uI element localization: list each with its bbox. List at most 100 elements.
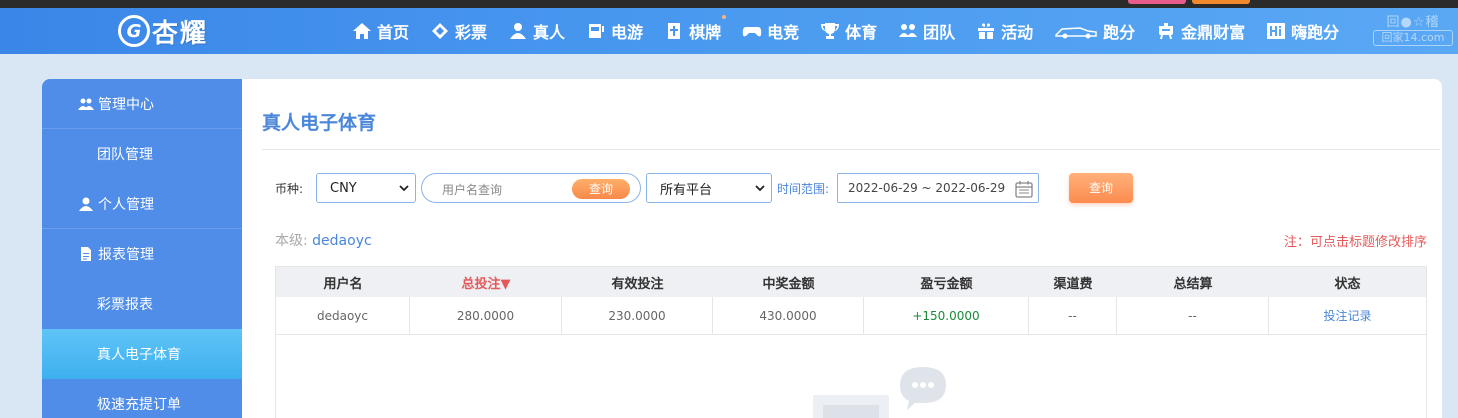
time-range-label: 时间范围: bbox=[777, 182, 830, 196]
nav-sports[interactable]: 体育 bbox=[820, 19, 877, 43]
filter-row: 币种: CNY 用户名查询 查询 所有平台 时间范围: 2022-06-29 ~… bbox=[275, 173, 1435, 203]
level-user-link[interactable]: dedaoyc bbox=[312, 233, 372, 249]
header-username[interactable]: 用户名 bbox=[276, 267, 410, 297]
nav-label: 跑分 bbox=[1103, 23, 1136, 42]
query-button[interactable]: 查询 bbox=[1069, 173, 1133, 203]
header-profit-loss[interactable]: 盈亏金额 bbox=[864, 267, 1029, 297]
cell-channel-fee: -- bbox=[1029, 297, 1117, 334]
nav-lottery[interactable]: 彩票 bbox=[430, 19, 487, 43]
sidebar-item-label: 团队管理 bbox=[97, 147, 153, 163]
search-button[interactable]: 查询 bbox=[572, 179, 630, 199]
platform-value: 所有平台 bbox=[660, 182, 713, 198]
nav-label: 首页 bbox=[377, 23, 410, 42]
sidebar-item-lottery-report[interactable]: 彩票报表 bbox=[42, 279, 242, 329]
header: G 杏耀 首页 彩票 真人 电游 棋牌 电竞 体育 团队 活动 跑分 金鼎财富 … bbox=[0, 8, 1458, 54]
main-nav: 首页 彩票 真人 电游 棋牌 电竞 体育 团队 活动 跑分 金鼎财富 嗨跑分 bbox=[352, 8, 1360, 54]
gamepad-icon bbox=[742, 21, 762, 41]
cell-total-settlement: -- bbox=[1117, 297, 1269, 334]
trophy-icon bbox=[820, 21, 840, 41]
nav-running[interactable]: 跑分 bbox=[1054, 19, 1135, 43]
nav-label: 彩票 bbox=[455, 23, 488, 42]
tripod-icon bbox=[1156, 21, 1176, 41]
person-icon bbox=[508, 21, 528, 41]
header-total-bet[interactable]: 总投注▼ bbox=[410, 267, 562, 297]
sidebar-item-fast-orders[interactable]: 极速充提订单 bbox=[42, 379, 242, 418]
sidebar-group-label: 报表管理 bbox=[98, 247, 154, 263]
sidebar-item-label: 极速充提订单 bbox=[97, 397, 181, 413]
nav-jinding[interactable]: 金鼎财富 bbox=[1156, 19, 1245, 43]
nav-label: 棋牌 bbox=[689, 23, 722, 42]
sidebar-item-team[interactable]: 团队管理 bbox=[42, 129, 242, 179]
sidebar-item-live-electronic-sports[interactable]: 真人电子体育 bbox=[42, 329, 242, 379]
home-icon bbox=[352, 21, 372, 41]
sidebar-item-label: 彩票报表 bbox=[97, 297, 153, 313]
date-range-value: 2022-06-29 ~ 2022-06-29 bbox=[848, 181, 1006, 195]
nav-chess[interactable]: 棋牌 bbox=[664, 15, 727, 43]
currency-select[interactable]: CNY bbox=[316, 173, 416, 203]
watermark-bottom: 回家14.com bbox=[1373, 30, 1453, 46]
table-row: dedaoyc 280.0000 230.0000 430.0000 +150.… bbox=[276, 297, 1426, 335]
slot-machine-icon bbox=[586, 21, 606, 41]
header-channel-fee[interactable]: 渠道费 bbox=[1029, 267, 1117, 297]
currency-label: 币种: bbox=[275, 182, 304, 196]
header-win-amount[interactable]: 中奖金额 bbox=[713, 267, 864, 297]
level-label: 本级: bbox=[275, 233, 308, 249]
nav-live[interactable]: 真人 bbox=[508, 19, 565, 43]
sidebar-group-personal[interactable]: 个人管理 bbox=[42, 179, 242, 229]
nav-esports[interactable]: 电竞 bbox=[742, 19, 799, 43]
empty-state-area bbox=[275, 335, 1427, 418]
cell-win-amount: 430.0000 bbox=[713, 297, 864, 334]
nav-label: 活动 bbox=[1001, 23, 1034, 42]
top-pill-orange[interactable] bbox=[1192, 0, 1250, 4]
cell-profit-loss: +150.0000 bbox=[864, 297, 1029, 334]
bet-records-link[interactable]: 投注记录 bbox=[1269, 297, 1426, 334]
username-search[interactable]: 用户名查询 查询 bbox=[421, 173, 641, 203]
chevron-down-icon bbox=[399, 185, 409, 192]
header-valid-bet[interactable]: 有效投注 bbox=[562, 267, 713, 297]
nav-team[interactable]: 团队 bbox=[898, 19, 955, 43]
users-icon bbox=[77, 95, 95, 113]
chevron-down-icon bbox=[755, 185, 765, 192]
sidebar-group-management[interactable]: 管理中心 bbox=[42, 79, 242, 129]
report-icon bbox=[77, 245, 95, 263]
nav-slots[interactable]: 电游 bbox=[586, 19, 643, 43]
calendar-icon[interactable] bbox=[1014, 179, 1034, 199]
gift-icon bbox=[976, 21, 996, 41]
top-pill-pink[interactable] bbox=[1128, 0, 1186, 4]
search-input[interactable]: 用户名查询 bbox=[442, 181, 502, 198]
nav-label: 团队 bbox=[923, 23, 956, 42]
logo-text: 杏耀 bbox=[152, 18, 209, 49]
sidebar-group-reports[interactable]: 报表管理 bbox=[42, 229, 242, 279]
platform-select[interactable]: 所有平台 bbox=[646, 173, 772, 203]
watermark-top: 回●☆稽 bbox=[1386, 15, 1440, 30]
date-range-input[interactable]: 2022-06-29 ~ 2022-06-29 bbox=[837, 173, 1039, 203]
nav-label: 真人 bbox=[533, 23, 566, 42]
cell-valid-bet: 230.0000 bbox=[562, 297, 713, 334]
team-icon bbox=[898, 21, 918, 41]
page-title: 真人电子体育 bbox=[262, 112, 377, 134]
sidebar-group-label: 个人管理 bbox=[98, 196, 154, 213]
table-header: 用户名 总投注▼ 有效投注 中奖金额 盈亏金额 渠道费 总结算 状态 bbox=[276, 267, 1426, 297]
nav-label: 体育 bbox=[845, 23, 878, 42]
new-dot bbox=[722, 15, 727, 19]
logo[interactable]: G 杏耀 bbox=[118, 12, 208, 50]
nav-activity[interactable]: 活动 bbox=[976, 19, 1033, 43]
header-status: 状态 bbox=[1334, 276, 1361, 292]
nav-home[interactable]: 首页 bbox=[352, 19, 409, 43]
sidebar-item-label: 真人电子体育 bbox=[97, 347, 181, 363]
hi-icon bbox=[1266, 21, 1286, 41]
nav-label: 金鼎财富 bbox=[1181, 23, 1246, 42]
current-level: 本级: dedaoyc bbox=[275, 230, 372, 250]
watermark: 回●☆稽 回家14.com bbox=[1373, 16, 1453, 46]
user-icon bbox=[77, 195, 95, 213]
diamond-icon bbox=[430, 21, 450, 41]
header-total-settlement[interactable]: 总结算 bbox=[1117, 267, 1269, 297]
nav-hi-running[interactable]: 嗨跑分 bbox=[1266, 19, 1339, 43]
cell-total-bet: 280.0000 bbox=[410, 297, 562, 334]
sidebar-group-label: 管理中心 bbox=[98, 96, 154, 113]
main-panel: 真人电子体育 币种: CNY 用户名查询 查询 所有平台 时间范围: 2022-… bbox=[242, 79, 1442, 418]
sort-note: 注：可点击标题修改排序 bbox=[1283, 235, 1427, 250]
card-icon bbox=[664, 21, 684, 41]
car-icon bbox=[1054, 21, 1098, 41]
nav-label: 电游 bbox=[611, 23, 644, 42]
